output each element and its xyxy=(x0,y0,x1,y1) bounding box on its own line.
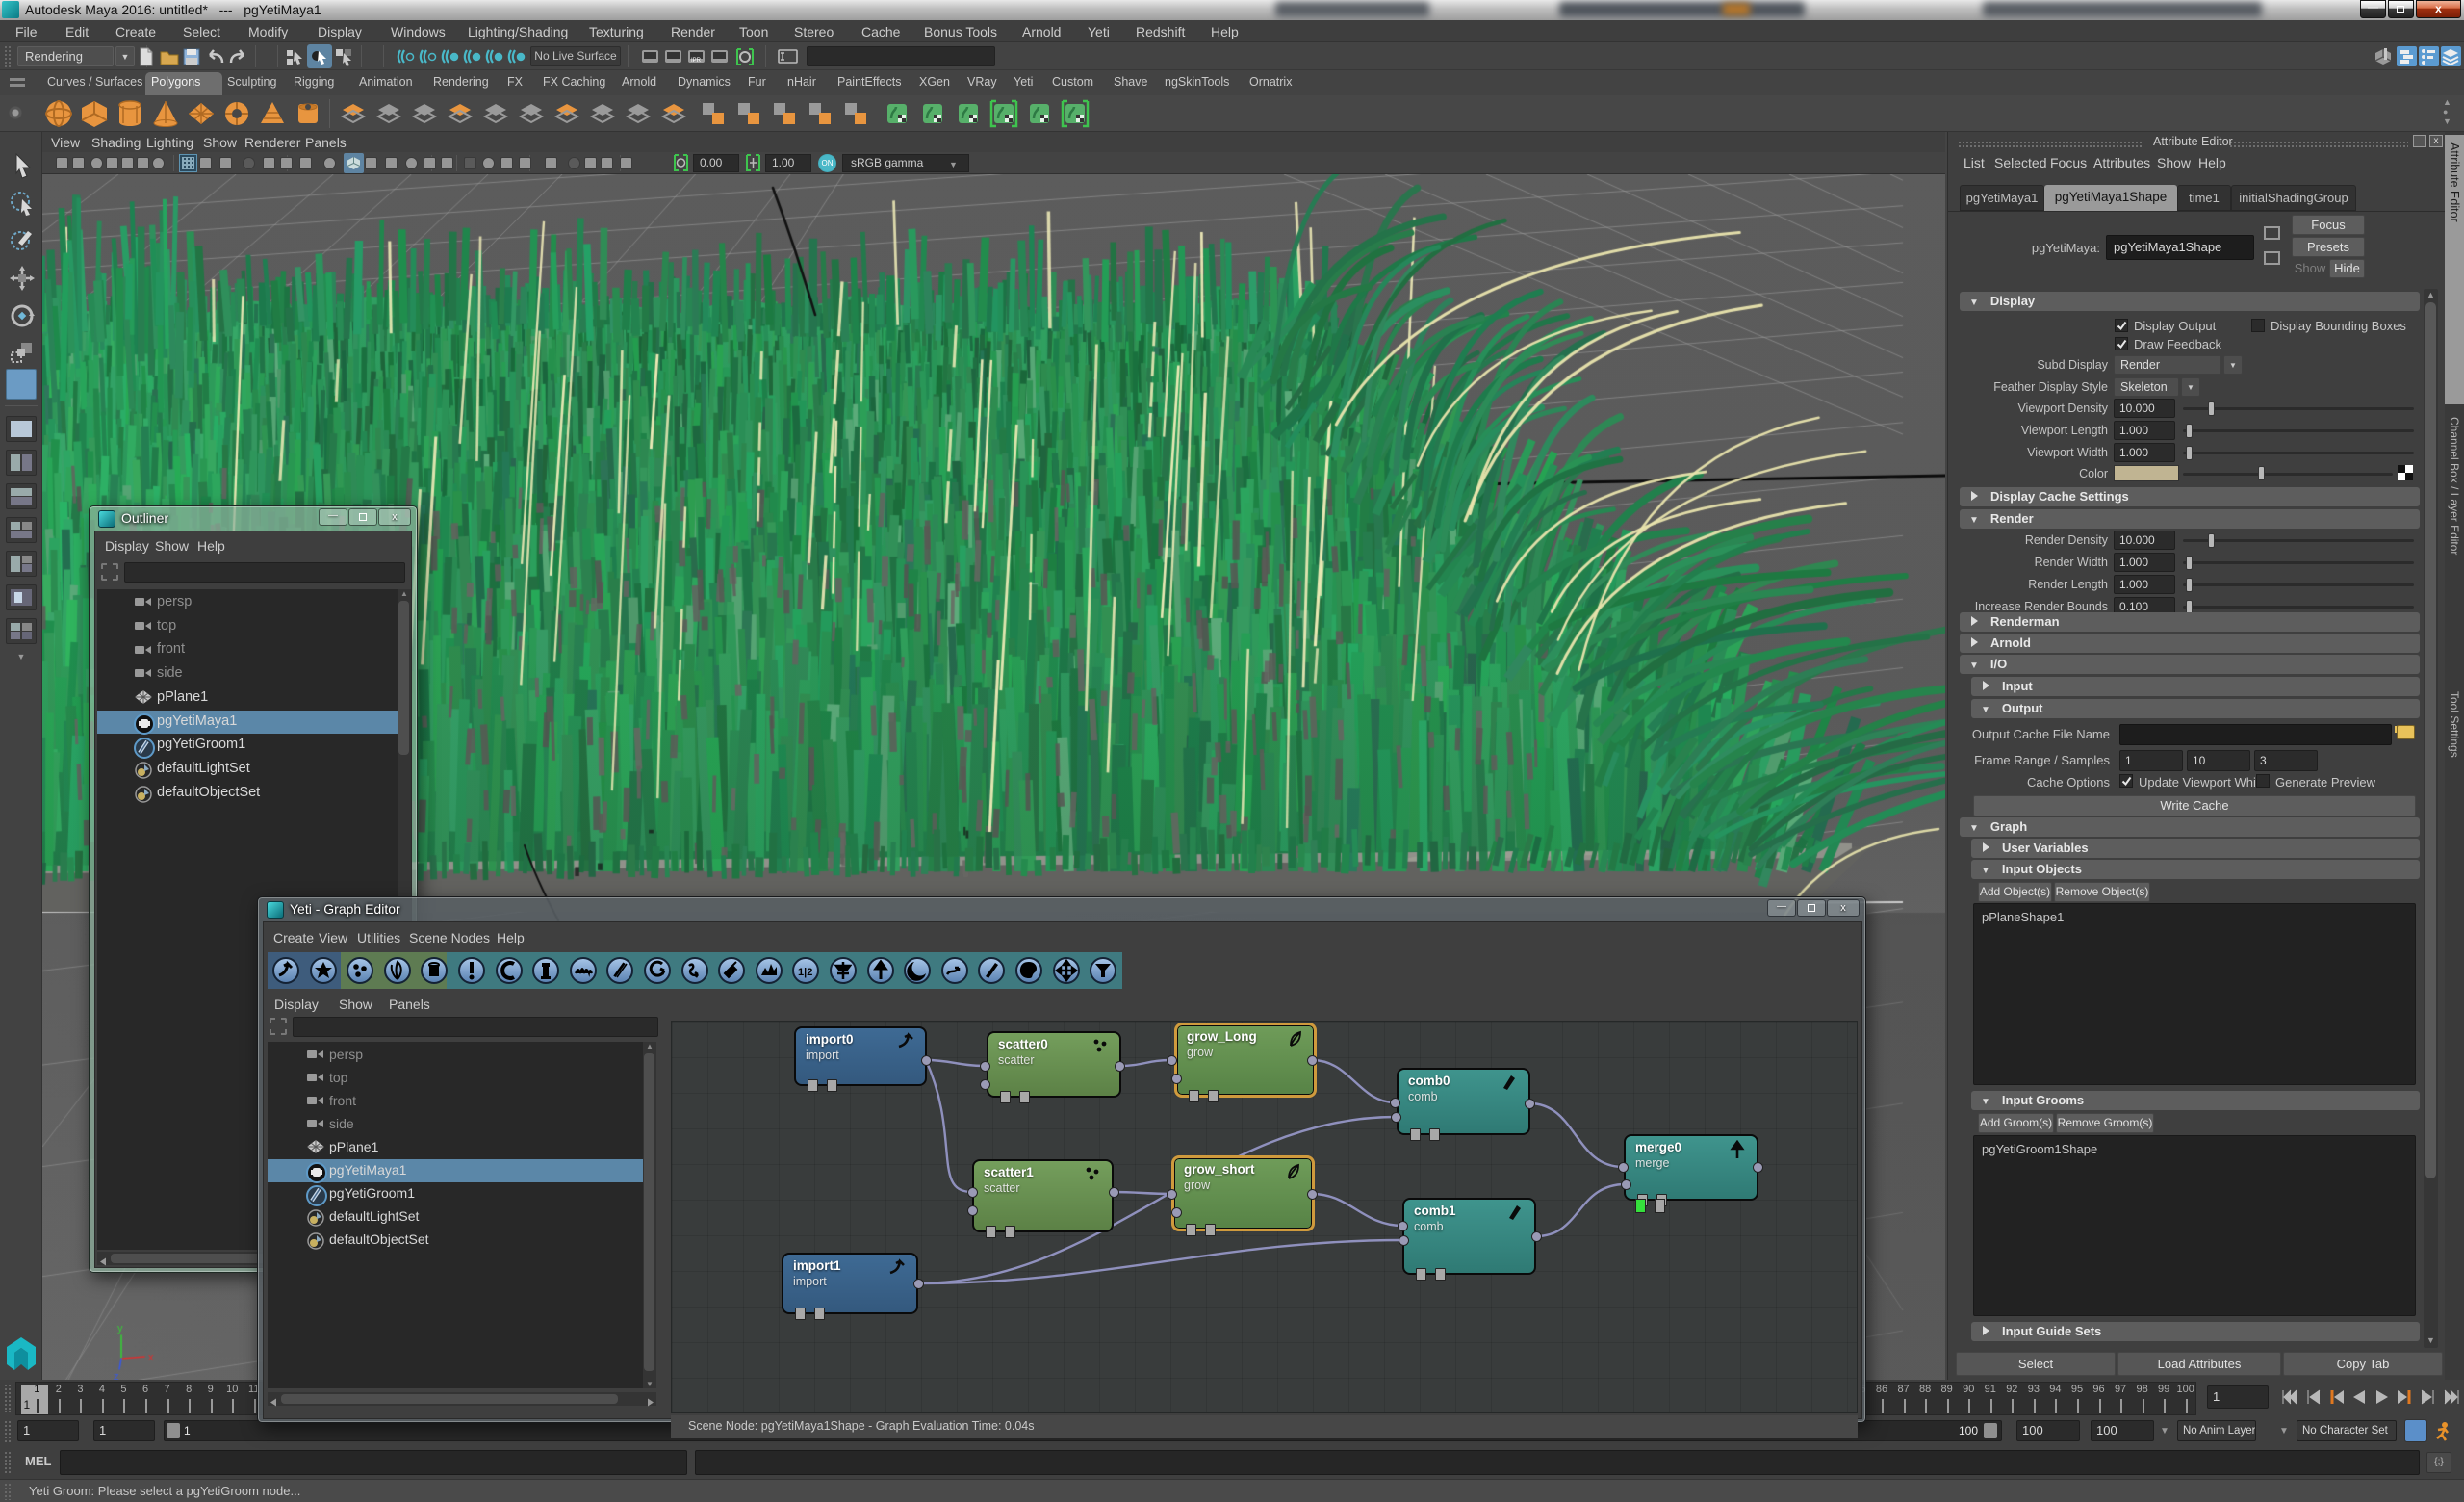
svg-text:IPR: IPR xyxy=(691,58,702,64)
svg-text:1|2: 1|2 xyxy=(798,967,812,978)
